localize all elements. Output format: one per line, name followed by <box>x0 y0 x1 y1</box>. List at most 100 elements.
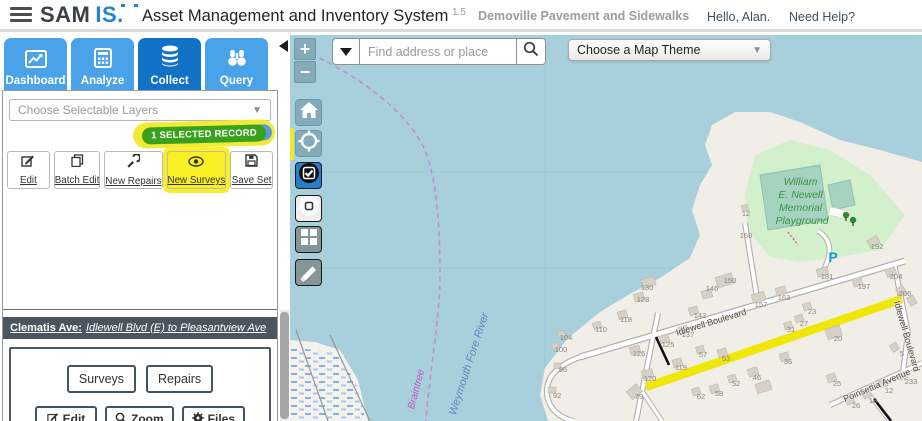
selection-status-row: 1 SELECTED RECORD <box>3 123 277 147</box>
house-number: 197 <box>858 282 871 291</box>
gear-icon <box>192 412 204 421</box>
house-number: 110 <box>595 325 607 334</box>
eye-icon <box>188 154 204 172</box>
measure-draw-button[interactable] <box>295 259 322 286</box>
record-zoom-button[interactable]: Zoom <box>105 406 174 421</box>
grid-squares-icon <box>298 226 320 253</box>
house-number: 126 <box>633 349 646 358</box>
house-number: 163 <box>778 293 791 302</box>
house-number: 204 <box>890 272 903 281</box>
surveys-button[interactable]: Surveys <box>67 365 136 393</box>
tab-query[interactable]: Query <box>205 38 268 90</box>
house-number: 26 <box>852 401 860 410</box>
highlight-annotation: 1 SELECTED RECORD <box>133 119 276 149</box>
database-icon <box>158 44 182 75</box>
house-number: 118 <box>620 315 632 324</box>
house-number: 130 <box>641 283 654 292</box>
save-set-button[interactable]: Save Set <box>230 151 273 189</box>
edit-pencil-icon <box>47 412 59 421</box>
home-icon <box>299 101 319 124</box>
edit-button[interactable]: Edit <box>7 151 50 189</box>
rectangle-select-button[interactable] <box>295 195 322 222</box>
record-edit-button[interactable]: Edit <box>35 406 97 421</box>
copy-pages-icon <box>71 154 84 172</box>
collect-panel: Choose Selectable Layers ▼ 1 SELECTED RE… <box>2 90 278 421</box>
sidebar-tabs: Dashboard Analyze Collect Query <box>4 38 268 90</box>
wrench-icon <box>126 154 140 173</box>
house-number: 12 <box>742 209 750 218</box>
house-number: 23 <box>808 307 816 316</box>
house-number: 160 <box>740 231 753 240</box>
select-features-button-active[interactable] <box>295 162 322 189</box>
house-number: 52 <box>732 379 740 388</box>
tab-collect[interactable]: Collect <box>138 38 201 90</box>
house-number: 96 <box>559 365 567 374</box>
house-number: 142 <box>694 311 707 320</box>
parking-label: P <box>828 249 837 265</box>
sidebar-gutter <box>278 32 290 421</box>
project-name: Demoville Pavement and Sidewalks <box>478 9 689 23</box>
zoom-out-button[interactable]: − <box>294 61 316 83</box>
house-number: 79 <box>635 392 643 401</box>
search-input[interactable] <box>360 39 516 64</box>
app-header: SAMIS. Asset Management and Inventory Sy… <box>0 0 922 32</box>
selected-record-panel: Clematis Ave: Idlewell Blvd (E) to Pleas… <box>3 309 277 421</box>
new-repairs-button[interactable]: New Repairs <box>104 151 162 189</box>
map-theme-dropdown[interactable]: Choose a Map Theme ▼ <box>568 39 771 61</box>
zoom-in-button[interactable]: + <box>294 38 316 60</box>
house-number: 92 <box>553 391 561 400</box>
record-toolbar: Edit Batch Edit New Repairs New Surveys … <box>7 151 273 189</box>
tab-label: Analyze <box>81 75 124 87</box>
record-header-bar[interactable]: Clematis Ave: Idlewell Blvd (E) to Pleas… <box>3 317 277 339</box>
locate-button[interactable] <box>295 130 322 157</box>
tab-dashboard[interactable]: Dashboard <box>4 38 67 90</box>
house-number: 25 <box>833 379 841 388</box>
map-canvas[interactable]: William E. Newell Memorial Playground We… <box>290 35 922 421</box>
square-select-icon <box>297 194 321 223</box>
record-segment-name: Idlewell Blvd (E) to Pleasantview Ave <box>86 322 266 334</box>
house-number: 18 <box>869 396 877 405</box>
page-title: Asset Management and Inventory System <box>142 7 448 26</box>
house-number: 20 <box>834 334 842 343</box>
house-number: 150 <box>724 276 737 285</box>
record-card: Surveys Repairs Edit Zoom <box>9 347 271 421</box>
tab-label: Dashboard <box>5 75 65 87</box>
house-number: 100 <box>555 345 568 354</box>
hamburger-menu-icon[interactable] <box>10 7 32 25</box>
chevron-down-icon: ▼ <box>752 45 762 56</box>
highlight-bleed <box>290 128 294 160</box>
tab-label: Query <box>220 75 253 87</box>
repairs-button[interactable]: Repairs <box>146 365 213 393</box>
batch-edit-button[interactable]: Batch Edit <box>54 151 101 189</box>
basemap-gallery-button[interactable] <box>295 226 322 253</box>
ruler-pencil-icon <box>297 258 321 287</box>
sidebar-scrollbar[interactable] <box>280 310 289 421</box>
house-number: 104 <box>560 333 573 342</box>
map-theme-value: Choose a Map Theme <box>577 43 752 57</box>
tab-analyze[interactable]: Analyze <box>71 38 134 90</box>
record-files-button[interactable]: Files <box>182 406 245 421</box>
house-number: 5 <box>900 349 904 358</box>
calculator-icon <box>94 48 112 75</box>
house-number: 31 <box>787 325 795 334</box>
search-button[interactable] <box>516 39 545 64</box>
tab-label: Collect <box>150 75 188 87</box>
line-chart-icon <box>25 50 47 75</box>
sidebar: Dashboard Analyze Collect Query <box>0 32 290 421</box>
user-greeting[interactable]: Hello, Alan. <box>707 10 770 24</box>
house-number: 53 <box>722 354 730 363</box>
app-logo: SAMIS. <box>40 2 124 28</box>
home-button[interactable] <box>295 99 322 126</box>
sidebar-collapse-arrow[interactable] <box>279 40 288 52</box>
search-source-dropdown[interactable] <box>333 39 360 64</box>
gps-locate-icon <box>298 130 320 157</box>
chevron-down-icon <box>340 48 352 56</box>
selectable-layers-dropdown[interactable]: Choose Selectable Layers ▼ <box>9 99 271 121</box>
divider <box>3 309 277 310</box>
house-number: 62 <box>697 392 705 401</box>
record-street-name: Clematis Ave: <box>10 322 82 334</box>
logo-sam: SAM <box>40 2 90 27</box>
new-surveys-button[interactable]: New Surveys <box>167 151 227 189</box>
need-help-link[interactable]: Need Help? <box>789 10 855 24</box>
house-number: 27 <box>800 319 808 328</box>
